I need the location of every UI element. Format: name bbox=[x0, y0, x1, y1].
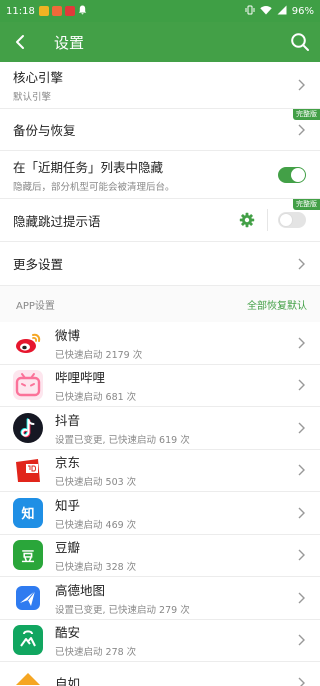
core-engine-row[interactable]: 核心引擎 默认引擎 bbox=[0, 62, 320, 109]
bell-icon bbox=[78, 5, 87, 18]
hide-recent-tasks-title: 在「近期任务」列表中隐藏 bbox=[13, 159, 164, 175]
app-launch-count: 已快速启动 503 次 bbox=[55, 477, 137, 489]
notification-app-icon bbox=[38, 6, 49, 16]
douban-glyph: 豆 bbox=[21, 549, 35, 565]
app-settings-label: APP设置 bbox=[16, 300, 55, 312]
chevron-right-icon bbox=[296, 463, 306, 477]
vibrate-icon bbox=[245, 5, 255, 18]
page-title: 设置 bbox=[54, 33, 85, 52]
core-engine-subtitle: 默认引擎 bbox=[13, 92, 52, 103]
app-row-ziroom[interactable]: 自如 bbox=[0, 662, 320, 686]
coolapk-icon bbox=[13, 625, 43, 656]
more-settings-title: 更多设置 bbox=[13, 257, 64, 272]
back-button[interactable] bbox=[0, 22, 40, 62]
app-name: 知乎 bbox=[55, 497, 81, 513]
gear-icon[interactable] bbox=[239, 212, 255, 228]
app-launch-count: 设置已变更, 已快速启动 619 次 bbox=[55, 434, 190, 446]
app-name: 京东 bbox=[55, 455, 81, 471]
app-row-jd[interactable]: 京东 已快速启动 503 次 bbox=[0, 449, 320, 492]
app-name: 微博 bbox=[55, 327, 81, 343]
search-icon bbox=[291, 33, 309, 51]
jd-icon bbox=[13, 455, 43, 486]
chevron-right-icon bbox=[296, 676, 306, 686]
bilibili-icon bbox=[13, 370, 43, 401]
app-launch-count: 设置已变更, 已快速启动 279 次 bbox=[55, 604, 190, 616]
wifi-icon bbox=[260, 5, 272, 18]
app-name: 酷安 bbox=[55, 625, 81, 641]
notification-app-icon bbox=[51, 6, 62, 16]
app-launch-count: 已快速启动 469 次 bbox=[55, 519, 137, 531]
hide-recent-tasks-subtitle: 隐藏后，部分机型可能会被清理后台。 bbox=[13, 181, 175, 193]
toggle-knob bbox=[291, 167, 305, 182]
hide-recent-tasks-row[interactable]: 在「近期任务」列表中隐藏 隐藏后，部分机型可能会被清理后台。 bbox=[0, 151, 320, 199]
chevron-right-icon bbox=[296, 591, 306, 605]
chevron-left-icon bbox=[16, 35, 24, 49]
app-row-douyin[interactable]: 抖音 设置已变更, 已快速启动 619 次 bbox=[0, 407, 320, 450]
restore-all-defaults-button[interactable]: 全部恢复默认 bbox=[247, 297, 307, 312]
zhihu-icon: 知 bbox=[13, 497, 43, 528]
app-name: 哔哩哔哩 bbox=[55, 370, 106, 386]
core-engine-title: 核心引擎 bbox=[13, 70, 64, 85]
app-name: 豆瓣 bbox=[55, 540, 81, 556]
app-row-douban[interactable]: 豆 豆瓣 已快速启动 328 次 bbox=[0, 534, 320, 577]
signal-icon bbox=[277, 5, 287, 18]
app-launch-count: 已快速启动 328 次 bbox=[55, 562, 137, 574]
chevron-right-icon bbox=[296, 123, 306, 137]
backup-restore-title: 备份与恢复 bbox=[13, 123, 76, 138]
zhihu-glyph: 知 bbox=[21, 507, 35, 523]
chevron-right-icon bbox=[296, 421, 306, 435]
hide-recent-tasks-toggle[interactable] bbox=[278, 166, 306, 183]
app-settings-header: APP设置 全部恢复默认 bbox=[0, 286, 320, 322]
status-bar: 11:18 96% bbox=[0, 0, 320, 22]
app-name: 抖音 bbox=[55, 412, 81, 428]
app-launch-count: 已快速启动 681 次 bbox=[55, 392, 137, 404]
app-row-zhihu[interactable]: 知 知乎 已快速启动 469 次 bbox=[0, 492, 320, 535]
more-settings-row[interactable]: 更多设置 bbox=[0, 242, 320, 286]
chevron-right-icon bbox=[296, 548, 306, 562]
hide-skip-hint-row[interactable]: 完整版 隐藏跳过提示语 bbox=[0, 199, 320, 242]
ziroom-icon bbox=[13, 667, 43, 686]
battery-percent: 96% bbox=[291, 5, 314, 17]
hide-skip-hint-toggle[interactable] bbox=[278, 212, 306, 228]
settings-list: 核心引擎 默认引擎 完整版 备份与恢复 在「近期任务」列表中隐藏 隐藏后，部分机… bbox=[0, 62, 320, 686]
full-version-badge: 完整版 bbox=[293, 109, 320, 120]
status-time: 11:18 bbox=[6, 5, 35, 17]
app-row-coolapk[interactable]: 酷安 已快速启动 278 次 bbox=[0, 619, 320, 662]
amap-icon bbox=[13, 582, 43, 613]
chevron-right-icon bbox=[296, 378, 306, 392]
app-launch-count: 已快速启动 2179 次 bbox=[55, 349, 143, 361]
app-row-bilibili[interactable]: 哔哩哔哩 已快速启动 681 次 bbox=[0, 364, 320, 407]
toggle-knob bbox=[279, 213, 293, 227]
search-button[interactable] bbox=[280, 22, 320, 62]
notification-app-icon bbox=[64, 6, 75, 16]
full-version-badge: 完整版 bbox=[293, 199, 320, 210]
app-launch-count: 已快速启动 278 次 bbox=[55, 647, 137, 659]
chevron-right-icon bbox=[296, 78, 306, 92]
chevron-right-icon bbox=[296, 336, 306, 350]
app-row-amap[interactable]: 高德地图 设置已变更, 已快速启动 279 次 bbox=[0, 577, 320, 620]
chevron-right-icon bbox=[296, 506, 306, 520]
douban-icon: 豆 bbox=[13, 540, 43, 571]
divider bbox=[267, 209, 268, 231]
app-name: 自如 bbox=[55, 676, 81, 686]
backup-restore-row[interactable]: 完整版 备份与恢复 bbox=[0, 109, 320, 151]
weibo-icon bbox=[13, 327, 43, 358]
chevron-right-icon bbox=[296, 257, 306, 271]
hide-skip-hint-title: 隐藏跳过提示语 bbox=[13, 213, 101, 229]
douyin-icon bbox=[13, 412, 43, 443]
chevron-right-icon bbox=[296, 633, 306, 647]
app-row-weibo[interactable]: 微博 已快速启动 2179 次 bbox=[0, 322, 320, 365]
app-name: 高德地图 bbox=[55, 582, 106, 598]
app-bar: 设置 bbox=[0, 22, 320, 62]
